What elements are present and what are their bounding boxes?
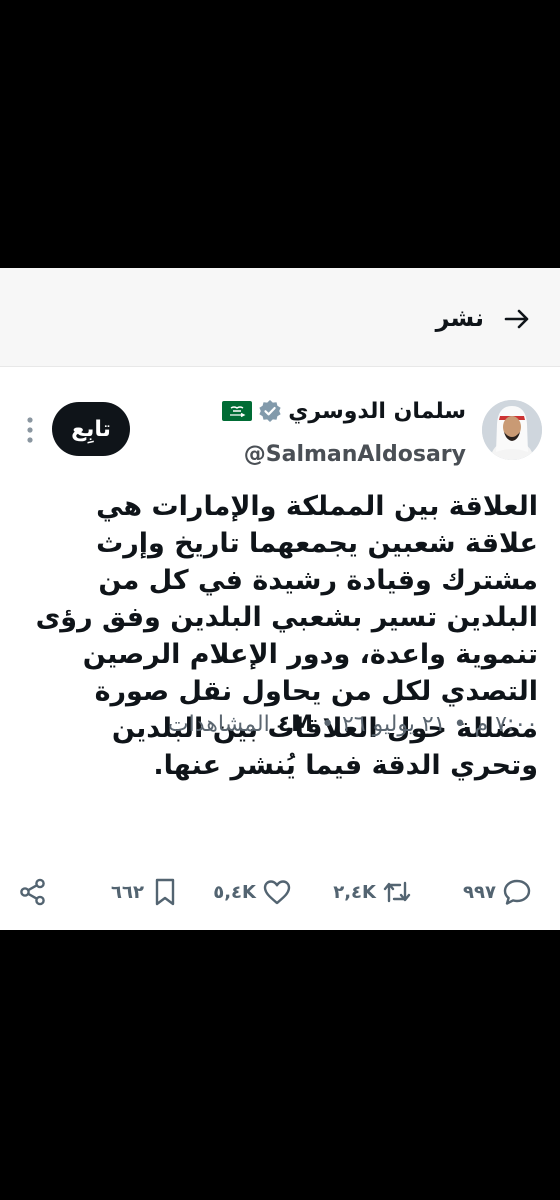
reply-button[interactable]: ٩٩٧ (463, 872, 532, 912)
repost-button[interactable]: ٢,٤K (333, 872, 412, 912)
author-name-row: سلمان الدوسري (222, 394, 466, 428)
views-label: المشاهدات (167, 712, 270, 737)
author-name[interactable]: سلمان الدوسري (288, 399, 466, 424)
like-count: ٥,٤K (213, 881, 256, 903)
views-count: ٤M (277, 712, 314, 737)
avatar[interactable] (482, 400, 542, 460)
more-options-button[interactable] (24, 416, 36, 444)
page-title: نشر (435, 304, 484, 332)
more-vertical-icon (27, 417, 33, 443)
meta-separator: • (453, 712, 467, 737)
bookmark-button[interactable]: ٦٦٢ (111, 872, 180, 912)
top-bar: نشر (0, 268, 560, 367)
tweet-card: نشر سلمان الدوسري @SalmanAldosary تابِع (0, 268, 560, 930)
tweet-text: العلاقة بين المملكة والإمارات هي علاقة ش… (35, 491, 538, 781)
follow-button[interactable]: تابِع (52, 402, 130, 456)
reply-count: ٩٩٧ (463, 881, 496, 903)
bookmark-icon (155, 878, 175, 906)
action-bar: ٩٩٧ ٢,٤K ٥,٤K ٦٦٢ (18, 872, 542, 912)
arrow-right-icon (504, 309, 529, 329)
saudi-flag-icon (222, 401, 253, 421)
bookmark-count: ٦٦٢ (111, 881, 144, 903)
like-button[interactable]: ٥,٤K (213, 872, 292, 912)
author-handle[interactable]: @SalmanAldosary (244, 442, 466, 467)
tweet-time[interactable]: ٧:٠٠ م (475, 712, 539, 737)
repost-icon (383, 881, 411, 903)
share-icon (20, 878, 45, 906)
avatar-image (482, 400, 542, 460)
repost-count: ٢,٤K (333, 881, 376, 903)
verified-badge-icon (259, 400, 281, 422)
meta-separator: • (321, 712, 335, 737)
tweet-meta: ٧:٠٠ م • ٢١ يوليو ٢٦ • ٤M المشاهدات (168, 712, 538, 737)
reply-icon (503, 879, 531, 905)
tweet-date[interactable]: ٢١ يوليو ٢٦ (342, 712, 445, 737)
heart-icon (263, 880, 291, 905)
share-button[interactable] (18, 872, 48, 912)
back-button[interactable] (502, 304, 532, 334)
